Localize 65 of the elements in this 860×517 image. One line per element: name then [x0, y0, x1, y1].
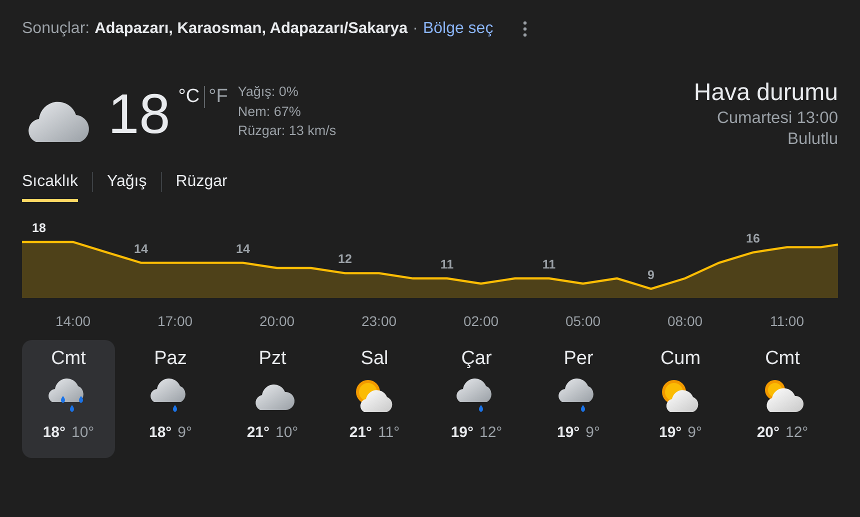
low-temp: 11°: [378, 424, 400, 441]
time-label: 11:00: [770, 313, 804, 329]
time-label: 08:00: [667, 313, 703, 329]
date-time: Cumartesi 13:00: [716, 108, 838, 129]
detail-text: Rüzgar: 13 km/s: [238, 122, 336, 140]
value-label: 11: [542, 257, 556, 272]
detail-text: Yağış: 0%: [238, 83, 300, 101]
low-temp: 10°: [276, 424, 298, 441]
low-temp: 9°: [688, 424, 702, 441]
time-label: 14:00: [55, 313, 91, 329]
day-name: Çar: [461, 348, 492, 370]
time-label: 17:00: [157, 313, 193, 329]
time-label: 05:00: [565, 313, 601, 329]
high-temp: 19°: [658, 424, 682, 441]
day-name: Sal: [360, 348, 388, 370]
more-icon[interactable]: [523, 21, 528, 37]
high-temp: 18°: [42, 424, 66, 441]
high-temp: 20°: [756, 424, 780, 441]
time-label: 02:00: [463, 313, 499, 329]
low-temp: 12°: [480, 424, 502, 441]
separator-dot: ·: [412, 20, 418, 38]
time-label: 20:00: [259, 313, 295, 329]
day-card[interactable]: Cmt 18° 10°: [22, 340, 115, 458]
results-label: Sonuçlar:: [22, 20, 90, 38]
value-label: 14: [236, 242, 250, 256]
day-name: Paz: [154, 348, 187, 370]
low-temp: 9°: [586, 424, 600, 441]
tab[interactable]: Rüzgar: [176, 172, 228, 202]
time-label: 23:00: [361, 313, 397, 329]
day-name: Pzt: [258, 348, 286, 370]
day-card[interactable]: Paz 18° 9°: [124, 340, 217, 458]
day-name: Cmt: [765, 348, 800, 370]
day-name: Cum: [660, 348, 701, 370]
detail-text: Nem: 67%: [238, 102, 302, 120]
temperature-value: 18: [108, 86, 170, 142]
value-label: 9: [648, 268, 654, 282]
day-card[interactable]: Çar 19° 12°: [430, 340, 523, 458]
tab[interactable]: Sıcaklık: [22, 172, 78, 202]
low-temp: 9°: [178, 424, 192, 441]
tab[interactable]: Yağış: [107, 172, 147, 202]
condition-text: Bulutlu: [788, 129, 838, 150]
day-name: Per: [564, 348, 594, 370]
day-card[interactable]: Cmt 20° 12°: [736, 340, 829, 458]
day-name: Cmt: [51, 348, 86, 370]
day-card[interactable]: Cum 19° 9°: [634, 340, 727, 458]
value-label: 12: [338, 252, 352, 266]
low-temp: 12°: [786, 424, 808, 441]
weather-title: Hava durumu: [694, 78, 838, 108]
high-temp: 19°: [556, 424, 580, 441]
value-label: 16: [746, 231, 760, 246]
fahrenheit-toggle[interactable]: °F: [208, 86, 228, 108]
value-label: 11: [440, 257, 454, 272]
celsius-toggle[interactable]: °C: [178, 86, 200, 108]
location-text: Adapazarı, Karaosman, Adapazarı/Sakarya: [94, 20, 408, 38]
high-temp: 19°: [450, 424, 474, 441]
value-label: 18: [32, 221, 46, 235]
day-card[interactable]: Pzt 21° 10°: [226, 340, 319, 458]
high-temp: 18°: [148, 424, 172, 441]
choose-region-link[interactable]: Bölge seç: [422, 20, 494, 38]
high-temp: 21°: [246, 424, 270, 441]
low-temp: 10°: [72, 424, 94, 441]
value-label: 14: [134, 242, 148, 256]
day-card[interactable]: Sal 21° 11°: [328, 340, 421, 458]
high-temp: 21°: [349, 424, 372, 441]
day-card[interactable]: Per 19° 9°: [532, 340, 625, 458]
